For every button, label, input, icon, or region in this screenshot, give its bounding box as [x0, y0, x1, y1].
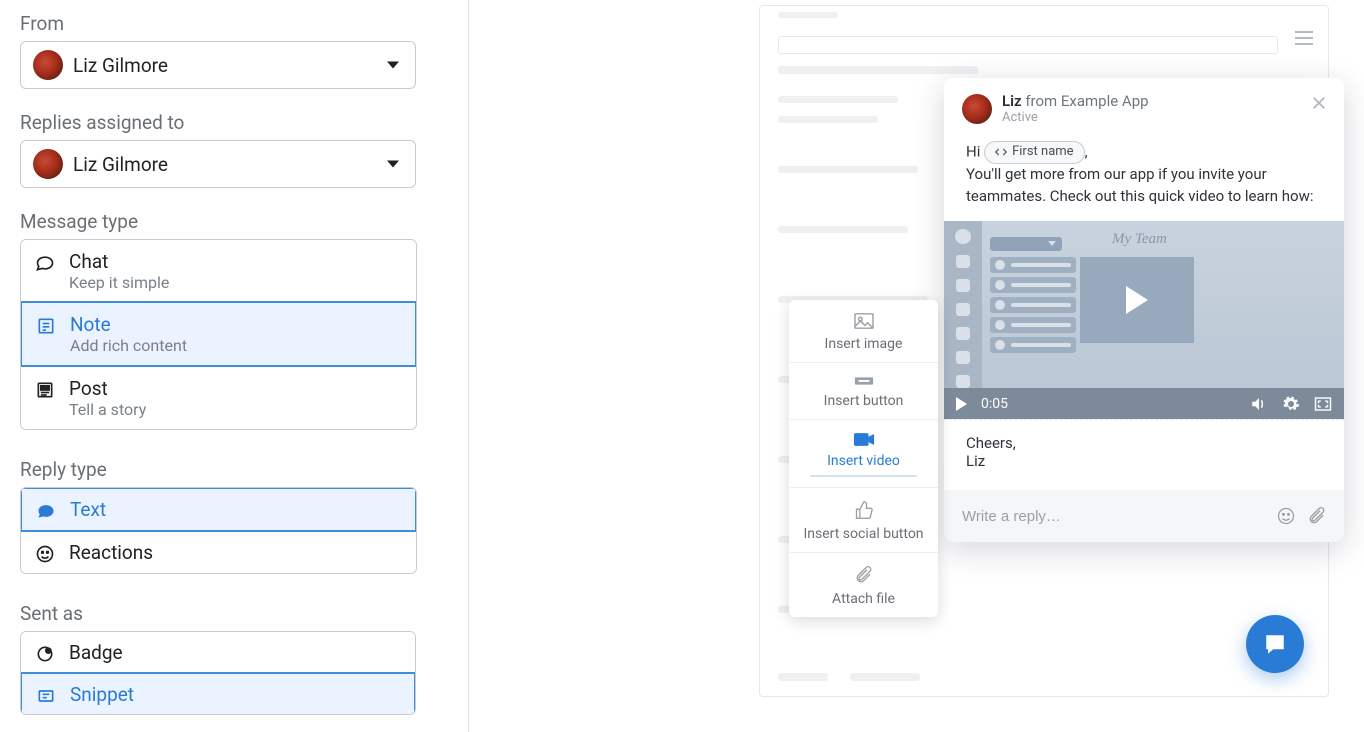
menu-label: Insert video: [827, 453, 900, 469]
message-type-list: Chat Keep it simple Note Add rich conten…: [20, 239, 417, 430]
option-title: Reactions: [69, 541, 153, 564]
option-title: Post: [69, 377, 146, 400]
messenger-icon: [1261, 630, 1289, 658]
active-indicator: [810, 475, 916, 477]
insert-social[interactable]: Insert social button: [789, 488, 938, 553]
badge-icon: [35, 644, 55, 664]
thumbs-up-icon: [854, 500, 874, 520]
option-sub: Keep it simple: [69, 273, 169, 292]
messenger-header: Liz from Example App Active: [944, 78, 1344, 129]
greeting-line: Hi First name ,: [966, 141, 1322, 164]
avatar: [33, 50, 63, 80]
message-closing: Cheers, Liz: [944, 419, 1344, 490]
reply-type-text[interactable]: Text: [20, 487, 417, 532]
sent-as-snippet[interactable]: Snippet: [20, 672, 416, 715]
from-label: From: [20, 12, 448, 35]
from-select[interactable]: Liz Gilmore: [20, 41, 416, 89]
option-title: Badge: [69, 641, 123, 664]
menu-label: Insert social button: [803, 526, 923, 542]
menu-label: Insert image: [825, 336, 903, 352]
reply-input[interactable]: [962, 508, 1264, 525]
smile-icon: [35, 544, 55, 564]
insert-video[interactable]: Insert video: [789, 420, 938, 488]
message-body: Hi First name , You'll get more from our…: [944, 129, 1344, 419]
status-text: Active: [1002, 110, 1149, 125]
video-title: My Team: [1112, 229, 1167, 251]
from-selected-name: Liz Gilmore: [73, 54, 168, 77]
menu-label: Insert button: [824, 393, 904, 409]
play-button[interactable]: [956, 397, 967, 411]
reply-type-list: Text Reactions: [20, 487, 417, 574]
play-icon: [1126, 286, 1148, 314]
video-controls: 0:05: [944, 388, 1344, 419]
snippet-icon: [36, 686, 56, 706]
video-sidebar: [944, 221, 982, 388]
image-icon: [853, 312, 875, 330]
fullscreen-icon[interactable]: [1314, 396, 1332, 412]
message-type-label: Message type: [20, 210, 448, 233]
message-type-post[interactable]: Post Tell a story: [21, 366, 416, 429]
note-icon: [36, 316, 56, 336]
body-text: You'll get more from our app if you invi…: [966, 164, 1322, 208]
chevron-down-icon: [387, 161, 399, 168]
sent-as-list: Badge Snippet: [20, 631, 416, 715]
messenger-preview: Liz from Example App Active Hi First nam…: [944, 78, 1344, 542]
video-icon: [853, 432, 875, 447]
sent-as-label: Sent as: [20, 602, 448, 625]
settings-panel: From Liz Gilmore Replies assigned to Liz…: [0, 0, 469, 732]
avatar: [962, 94, 992, 124]
avatar: [33, 149, 63, 179]
volume-icon[interactable]: [1250, 396, 1268, 412]
paperclip-icon[interactable]: [1308, 506, 1326, 526]
message-type-note[interactable]: Note Add rich content: [20, 301, 417, 367]
replies-select[interactable]: Liz Gilmore: [20, 140, 416, 188]
gear-icon[interactable]: [1282, 395, 1300, 413]
chevron-down-icon: [387, 62, 399, 69]
reply-type-label: Reply type: [20, 458, 448, 481]
option-title: Text: [70, 498, 106, 521]
attach-file[interactable]: Attach file: [789, 553, 938, 617]
speech-icon: [36, 501, 56, 521]
reply-type-reactions[interactable]: Reactions: [21, 531, 416, 573]
menu-icon[interactable]: [1295, 31, 1313, 45]
post-icon: [35, 380, 55, 400]
replies-selected-name: Liz Gilmore: [73, 153, 168, 176]
insert-menu: Insert image Insert button Insert video …: [789, 300, 938, 617]
option-sub: Add rich content: [70, 336, 187, 355]
messenger-launcher[interactable]: [1246, 615, 1304, 673]
reply-bar: [944, 490, 1344, 542]
sent-as-badge[interactable]: Badge: [21, 632, 415, 673]
option-sub: Tell a story: [69, 400, 146, 419]
video-time: 0:05: [981, 394, 1008, 414]
insert-button[interactable]: Insert button: [789, 363, 938, 420]
insert-image[interactable]: Insert image: [789, 300, 938, 363]
code-icon: [995, 147, 1007, 157]
menu-label: Attach file: [832, 591, 895, 607]
option-title: Note: [70, 313, 187, 336]
option-title: Chat: [69, 250, 169, 273]
video-preview[interactable]: My Team 0:05: [944, 221, 1344, 419]
chat-icon: [35, 253, 55, 273]
close-icon[interactable]: [1310, 94, 1328, 112]
option-title: Snippet: [70, 683, 134, 706]
sender-line: Liz from Example App: [1002, 92, 1149, 110]
paperclip-icon: [855, 565, 873, 585]
variable-chip[interactable]: First name: [984, 141, 1084, 164]
emoji-icon[interactable]: [1276, 506, 1296, 526]
replies-label: Replies assigned to: [20, 111, 448, 134]
preview-panel: Insert image Insert button Insert video …: [469, 0, 1364, 732]
play-overlay: [1080, 257, 1194, 343]
button-icon: [853, 375, 875, 387]
message-type-chat[interactable]: Chat Keep it simple: [21, 240, 416, 302]
